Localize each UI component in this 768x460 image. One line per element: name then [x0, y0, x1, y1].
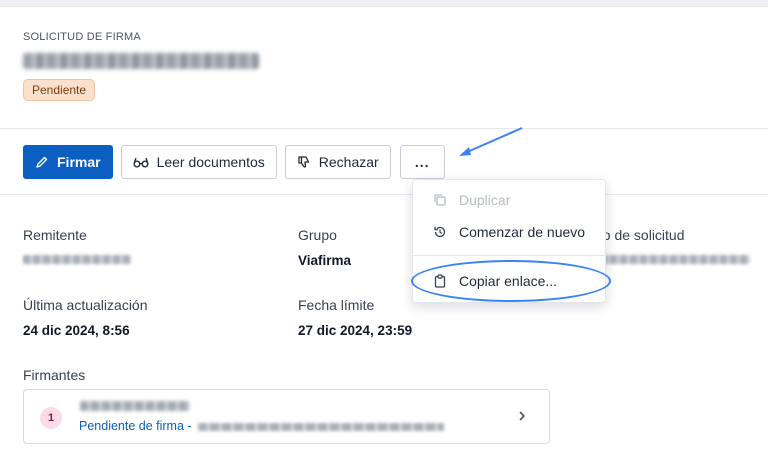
- deadline-value: 27 dic 2024, 23:59: [298, 323, 413, 338]
- menu-separator: [413, 255, 605, 256]
- signers-label: Firmantes: [23, 367, 86, 383]
- blurred-signer-email: [197, 422, 444, 431]
- glasses-icon: [133, 155, 149, 169]
- copy-icon: [433, 193, 447, 207]
- sign-button[interactable]: Firmar: [23, 145, 113, 179]
- blurred-document-title: [23, 53, 259, 69]
- status-badge: Pendiente: [23, 79, 96, 101]
- sender-label: Remitente: [23, 227, 87, 243]
- signer-number: 1: [40, 407, 62, 429]
- reject-button[interactable]: Rechazar: [284, 145, 391, 179]
- chevron-right-icon: [517, 409, 527, 428]
- menu-item-duplicate[interactable]: Duplicar: [433, 192, 510, 208]
- read-documents-button[interactable]: Leer documentos: [120, 145, 277, 179]
- request-header: SOLICITUD DE FIRMA Pendiente: [23, 31, 259, 101]
- signer-status: Pendiente de firma -: [79, 419, 444, 433]
- read-documents-label: Leer documentos: [156, 154, 265, 170]
- more-actions-button[interactable]: ...: [399, 145, 445, 179]
- reject-button-label: Rechazar: [318, 154, 379, 170]
- blurred-signer-name: [80, 401, 190, 411]
- thumbs-down-icon: [297, 155, 311, 169]
- updated-value: 24 dic 2024, 8:56: [23, 323, 130, 338]
- pen-icon: [35, 155, 49, 169]
- divider: [0, 128, 768, 129]
- sign-button-label: Firmar: [57, 154, 101, 170]
- annotation-arrow-icon: [459, 127, 523, 156]
- sender-field: Remitente: [23, 227, 283, 264]
- request-card: SOLICITUD DE FIRMA Pendiente Firmar Leer…: [0, 6, 768, 460]
- blurred-request-code: [600, 255, 750, 264]
- blurred-sender-value: [23, 255, 131, 264]
- updated-field: Última actualización 24 dic 2024, 8:56: [23, 297, 283, 338]
- divider: [0, 194, 768, 195]
- menu-item-start-over[interactable]: Comenzar de nuevo: [433, 224, 585, 240]
- annotation-ellipse: [411, 260, 611, 302]
- request-code-field: go de solicitud: [595, 227, 768, 264]
- menu-item-label: Comenzar de nuevo: [459, 224, 586, 240]
- signer-row[interactable]: 1 Pendiente de firma -: [23, 389, 550, 444]
- page-eyebrow: SOLICITUD DE FIRMA: [23, 31, 141, 43]
- updated-label: Última actualización: [23, 297, 148, 313]
- menu-item-label: Duplicar: [459, 192, 511, 208]
- deadline-field: Fecha límite 27 dic 2024, 23:59: [298, 297, 558, 338]
- restart-icon: [433, 225, 447, 239]
- request-code-label: go de solicitud: [595, 227, 685, 243]
- signer-status-text: Pendiente de firma -: [79, 419, 192, 433]
- toolbar: Firmar Leer documentos Rechazar ...: [23, 145, 445, 179]
